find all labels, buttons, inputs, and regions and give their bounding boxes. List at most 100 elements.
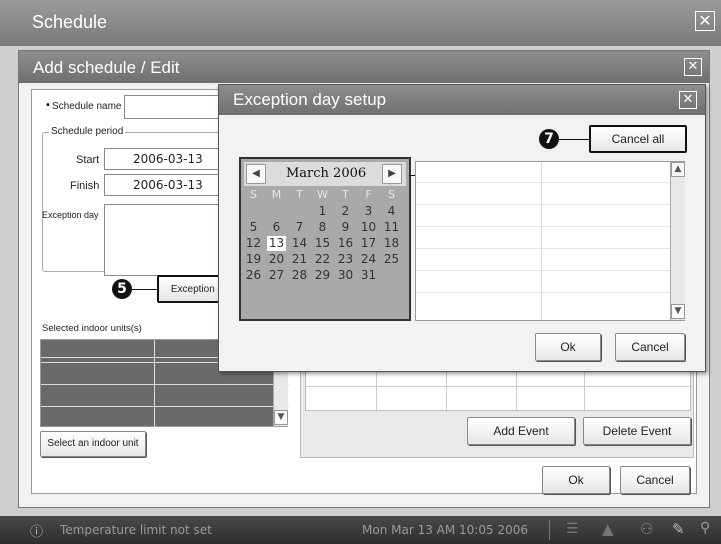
- calendar-day[interactable]: 16: [336, 236, 355, 251]
- scrollbar[interactable]: ▲ ▼: [670, 162, 685, 320]
- add-event-button[interactable]: Add Event: [467, 417, 575, 445]
- scroll-down-button[interactable]: ▼: [274, 410, 288, 425]
- calendar-day[interactable]: 20: [267, 252, 286, 267]
- finish-date-value: 2006-03-13: [133, 178, 203, 192]
- table-row-divider: [416, 226, 670, 227]
- table-row-divider: [41, 384, 289, 385]
- calendar-day[interactable]: 6: [336, 284, 355, 299]
- delete-event-button[interactable]: Delete Event: [583, 417, 691, 445]
- calendar-day[interactable]: 18: [382, 236, 401, 251]
- calendar-day[interactable]: 22: [313, 252, 332, 267]
- calendar-grid[interactable]: S M T W T F S 26 27 28 1 2 3 4 5 6 7 8 9 10 11 12 13 14 15 16 17 18…: [244, 188, 408, 318]
- selected-units-label: Selected indoor units(s): [42, 323, 142, 334]
- calendar-day[interactable]: 29: [313, 268, 332, 283]
- scroll-down-icon: ▼: [277, 412, 285, 422]
- exception-day-dialog: Exception day setup ✕ Cancel all 7 ◀ Mar…: [218, 84, 706, 372]
- calendar-day[interactable]: 4: [382, 204, 401, 219]
- calendar-day[interactable]: 6: [267, 220, 286, 235]
- schedule-period-label: Schedule period: [49, 126, 126, 137]
- calendar[interactable]: ◀ March 2006 ▶ S M T W T F S 26 27 28 1 2 3 4 5 6 7 8 9 10 1…: [239, 157, 411, 321]
- warning-icon[interactable]: ▲: [602, 520, 614, 538]
- add-schedule-title: Add schedule / Edit: [33, 58, 180, 77]
- calendar-day[interactable]: 2: [244, 284, 263, 299]
- calendar-day[interactable]: 11: [382, 220, 401, 235]
- chevron-left-icon: ◀: [252, 168, 260, 179]
- callout-5: 5: [112, 279, 132, 299]
- schedule-close-button[interactable]: ✕: [695, 11, 715, 31]
- calendar-header: ◀ March 2006 ▶: [244, 162, 406, 186]
- add-schedule-close-button[interactable]: ✕: [684, 58, 702, 76]
- close-icon: ✕: [687, 59, 699, 74]
- calendar-day[interactable]: 14: [290, 236, 309, 251]
- calendar-day[interactable]: 26: [244, 268, 263, 283]
- calendar-day[interactable]: 17: [359, 236, 378, 251]
- calendar-prev-button[interactable]: ◀: [246, 164, 266, 184]
- calendar-day[interactable]: 12: [244, 236, 263, 251]
- network-icon[interactable]: ⚲: [700, 520, 710, 536]
- calendar-day[interactable]: 7: [359, 284, 378, 299]
- calendar-day[interactable]: 1: [313, 204, 332, 219]
- calendar-day[interactable]: 15: [313, 236, 332, 251]
- select-indoor-unit-button[interactable]: Select an indoor unit: [40, 431, 146, 457]
- calendar-day[interactable]: 28: [290, 204, 309, 219]
- calendar-day[interactable]: 5: [244, 220, 263, 235]
- start-label: Start: [76, 154, 100, 166]
- cancel-label: Cancel: [631, 340, 669, 354]
- calendar-month-label: March 2006: [286, 166, 367, 181]
- calendar-day[interactable]: 8: [382, 284, 401, 299]
- status-datetime: Mon Mar 13 AM 10:05 2006: [362, 523, 528, 537]
- exception-ok-button[interactable]: Ok: [535, 333, 601, 361]
- calendar-day[interactable]: 3: [267, 284, 286, 299]
- calendar-day[interactable]: 31: [359, 268, 378, 283]
- status-divider: [549, 520, 550, 540]
- calendar-day-selected[interactable]: 13: [267, 236, 286, 251]
- calendar-day[interactable]: 5: [313, 284, 332, 299]
- calendar-day[interactable]: 7: [290, 220, 309, 235]
- calendar-day[interactable]: 10: [359, 220, 378, 235]
- start-date-value: 2006-03-13: [133, 152, 203, 166]
- exception-cancel-button[interactable]: Cancel: [615, 333, 685, 361]
- calendar-day[interactable]: 26: [244, 204, 263, 219]
- calendar-weekday: T: [296, 188, 303, 201]
- calendar-day[interactable]: 21: [290, 252, 309, 267]
- calendar-day[interactable]: 23: [336, 252, 355, 267]
- calendar-day[interactable]: 9: [336, 220, 355, 235]
- calendar-weekday: F: [365, 188, 372, 201]
- calendar-day[interactable]: 30: [336, 268, 355, 283]
- status-bar: ⓘ Temperature limit not set Mon Mar 13 A…: [0, 516, 721, 544]
- scroll-up-button[interactable]: ▲: [671, 162, 685, 177]
- scroll-up-icon: ▲: [674, 164, 682, 174]
- table-row-divider: [416, 248, 670, 249]
- calendar-day[interactable]: 8: [313, 220, 332, 235]
- people-icon[interactable]: ⚇: [640, 520, 653, 538]
- calendar-day[interactable]: 4: [290, 284, 309, 299]
- exception-dialog-close-button[interactable]: ✕: [679, 91, 697, 109]
- calendar-weekday: W: [317, 188, 328, 201]
- schedule-cancel-button[interactable]: Cancel: [620, 466, 690, 494]
- calendar-day[interactable]: 1: [382, 268, 401, 283]
- cancel-all-button[interactable]: Cancel all: [589, 125, 687, 153]
- cancel-label: Cancel: [636, 473, 674, 487]
- exception-day-label: Exception day: [42, 210, 99, 220]
- calendar-day[interactable]: 27: [267, 268, 286, 283]
- exception-day-list-view[interactable]: ▲ ▼: [415, 161, 685, 321]
- list-icon[interactable]: ☰: [566, 521, 579, 537]
- calendar-day[interactable]: 25: [382, 252, 401, 267]
- close-icon: ✕: [682, 92, 694, 107]
- scroll-down-button[interactable]: ▼: [671, 304, 685, 319]
- add-schedule-titlebar: Add schedule / Edit ✕: [19, 51, 709, 83]
- calendar-day[interactable]: 28: [290, 268, 309, 283]
- chevron-right-icon: ▶: [388, 168, 396, 179]
- calendar-day[interactable]: 19: [244, 252, 263, 267]
- calendar-day[interactable]: 27: [267, 204, 286, 219]
- calendar-day[interactable]: 24: [359, 252, 378, 267]
- calendar-next-button[interactable]: ▶: [382, 164, 402, 184]
- tools-icon[interactable]: ✎: [672, 520, 685, 538]
- exception-dialog-titlebar: Exception day setup ✕: [219, 85, 705, 115]
- calendar-day[interactable]: 3: [359, 204, 378, 219]
- calendar-day[interactable]: 2: [336, 204, 355, 219]
- add-event-label: Add Event: [493, 424, 549, 438]
- callout-5-line: [132, 289, 157, 290]
- schedule-titlebar: Schedule ✕: [0, 0, 721, 46]
- schedule-ok-button[interactable]: Ok: [542, 466, 610, 494]
